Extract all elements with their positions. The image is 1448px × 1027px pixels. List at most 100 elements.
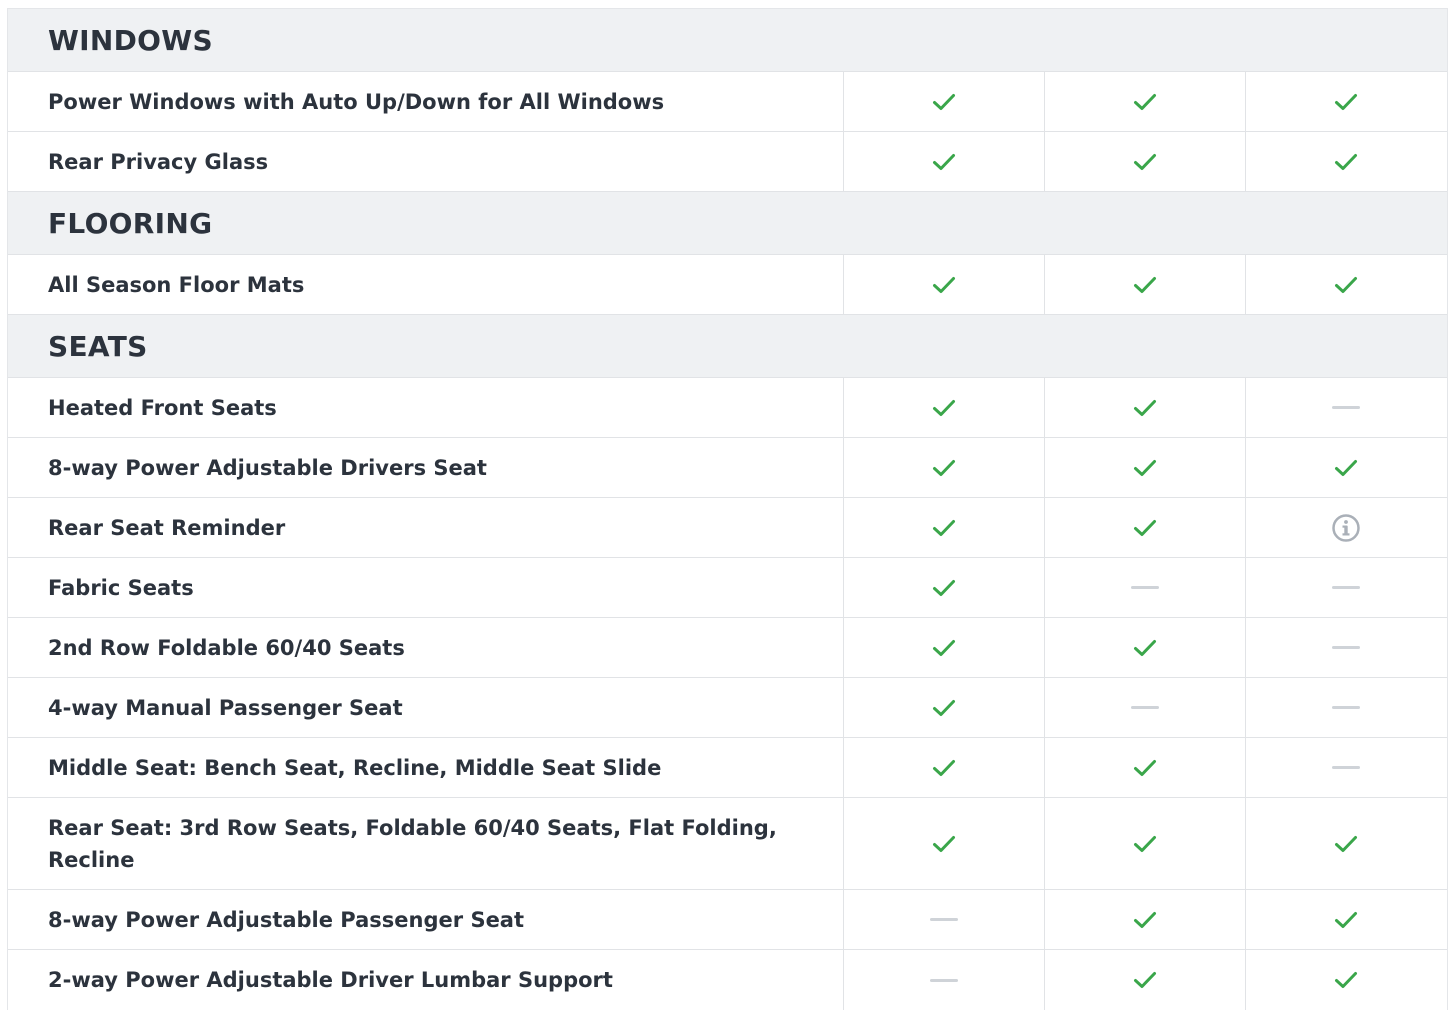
trim-cell [843,618,1044,677]
trim-cell [843,890,1044,949]
table-row: 2nd Row Foldable 60/40 Seats [8,618,1447,678]
not-available-dash-icon [1332,406,1360,409]
table-row: 8-way Power Adjustable Passenger Seat [8,890,1447,950]
feature-label: Heated Front Seats [48,395,277,420]
not-available-dash-icon [1332,766,1360,769]
not-available-dash-icon [1332,706,1360,709]
features-comparison-table: WINDOWS Power Windows with Auto Up/Down … [7,8,1448,1010]
trim-cell [843,678,1044,737]
feature-label: Rear Privacy Glass [48,149,269,174]
section-header-windows: WINDOWS [8,9,1447,72]
check-icon [1133,834,1157,854]
not-available-dash-icon [1332,646,1360,649]
section-header-flooring: FLOORING [8,192,1447,255]
table-row: Rear Privacy Glass [8,132,1447,192]
check-icon [1133,758,1157,778]
trim-cell [1044,558,1245,617]
trim-cell [843,378,1044,437]
trim-cell [1245,72,1446,131]
not-available-dash-icon [930,918,958,921]
trim-cell [843,950,1044,1010]
trim-cell [843,255,1044,314]
check-icon [932,698,956,718]
trim-cell [843,738,1044,797]
check-icon [1133,638,1157,658]
trim-cell [1044,72,1245,131]
table-row: All Season Floor Mats [8,255,1447,315]
check-icon [1133,910,1157,930]
trim-cell [1245,378,1446,437]
trim-cell [1044,798,1245,889]
trim-cell [1245,498,1446,557]
check-icon [1334,910,1358,930]
trim-cell [1245,558,1446,617]
not-available-dash-icon [930,978,958,982]
trim-cell [1044,132,1245,191]
trim-cell [1044,950,1245,1010]
section-title: WINDOWS [48,23,213,57]
check-icon [932,152,956,172]
check-icon [1133,92,1157,112]
table-row: Rear Seat Reminder [8,498,1447,558]
trim-cell [843,558,1044,617]
feature-label: 2-way Power Adjustable Driver Lumbar Sup… [48,968,613,992]
check-icon [932,92,956,112]
table-row: Heated Front Seats [8,378,1447,438]
check-icon [1133,518,1157,538]
trim-cell [1044,438,1245,497]
info-icon[interactable] [1331,513,1361,543]
feature-label: All Season Floor Mats [48,272,305,297]
trim-cell [1044,378,1245,437]
check-icon [1133,970,1157,990]
check-icon [1133,458,1157,478]
table-row: 2-way Power Adjustable Driver Lumbar Sup… [8,950,1447,1010]
trim-cell [1245,950,1446,1010]
check-icon [932,758,956,778]
feature-label: 8-way Power Adjustable Drivers Seat [48,455,487,480]
feature-label: Rear Seat Reminder [48,515,286,540]
check-icon [932,518,956,538]
feature-label: Power Windows with Auto Up/Down for All … [48,89,665,114]
trim-cell [843,438,1044,497]
table-row: Power Windows with Auto Up/Down for All … [8,72,1447,132]
trim-cell [843,72,1044,131]
trim-cell [1245,890,1446,949]
trim-cell [1044,738,1245,797]
check-icon [932,834,956,854]
check-icon [1133,398,1157,418]
trim-cell [843,798,1044,889]
feature-label: 4-way Manual Passenger Seat [48,695,403,720]
check-icon [1133,275,1157,295]
trim-cell [1245,738,1446,797]
check-icon [1334,152,1358,172]
check-icon [932,638,956,658]
trim-cell [1245,255,1446,314]
trim-cell [1044,255,1245,314]
trim-cell [1044,618,1245,677]
not-available-dash-icon [1131,706,1159,709]
section-header-seats: SEATS [8,315,1447,378]
check-icon [1334,970,1358,990]
trim-cell [1044,890,1245,949]
trim-cell [1044,678,1245,737]
table-row: Rear Seat: 3rd Row Seats, Foldable 60/40… [8,798,1447,890]
table-row: 4-way Manual Passenger Seat [8,678,1447,738]
check-icon [1334,275,1358,295]
check-icon [932,398,956,418]
feature-label: 2nd Row Foldable 60/40 Seats [48,635,405,660]
not-available-dash-icon [1332,586,1360,589]
trim-cell [843,132,1044,191]
check-icon [932,275,956,295]
trim-cell [1245,438,1446,497]
feature-label: Fabric Seats [48,575,194,600]
check-icon [1334,92,1358,112]
table-row: Fabric Seats [8,558,1447,618]
not-available-dash-icon [1131,586,1159,589]
trim-cell [1245,798,1446,889]
trim-cell [1044,498,1245,557]
trim-cell [1245,678,1446,737]
check-icon [932,578,956,598]
trim-cell [843,498,1044,557]
section-title: SEATS [48,329,148,363]
feature-label: Rear Seat: 3rd Row Seats, Foldable 60/40… [48,815,777,872]
